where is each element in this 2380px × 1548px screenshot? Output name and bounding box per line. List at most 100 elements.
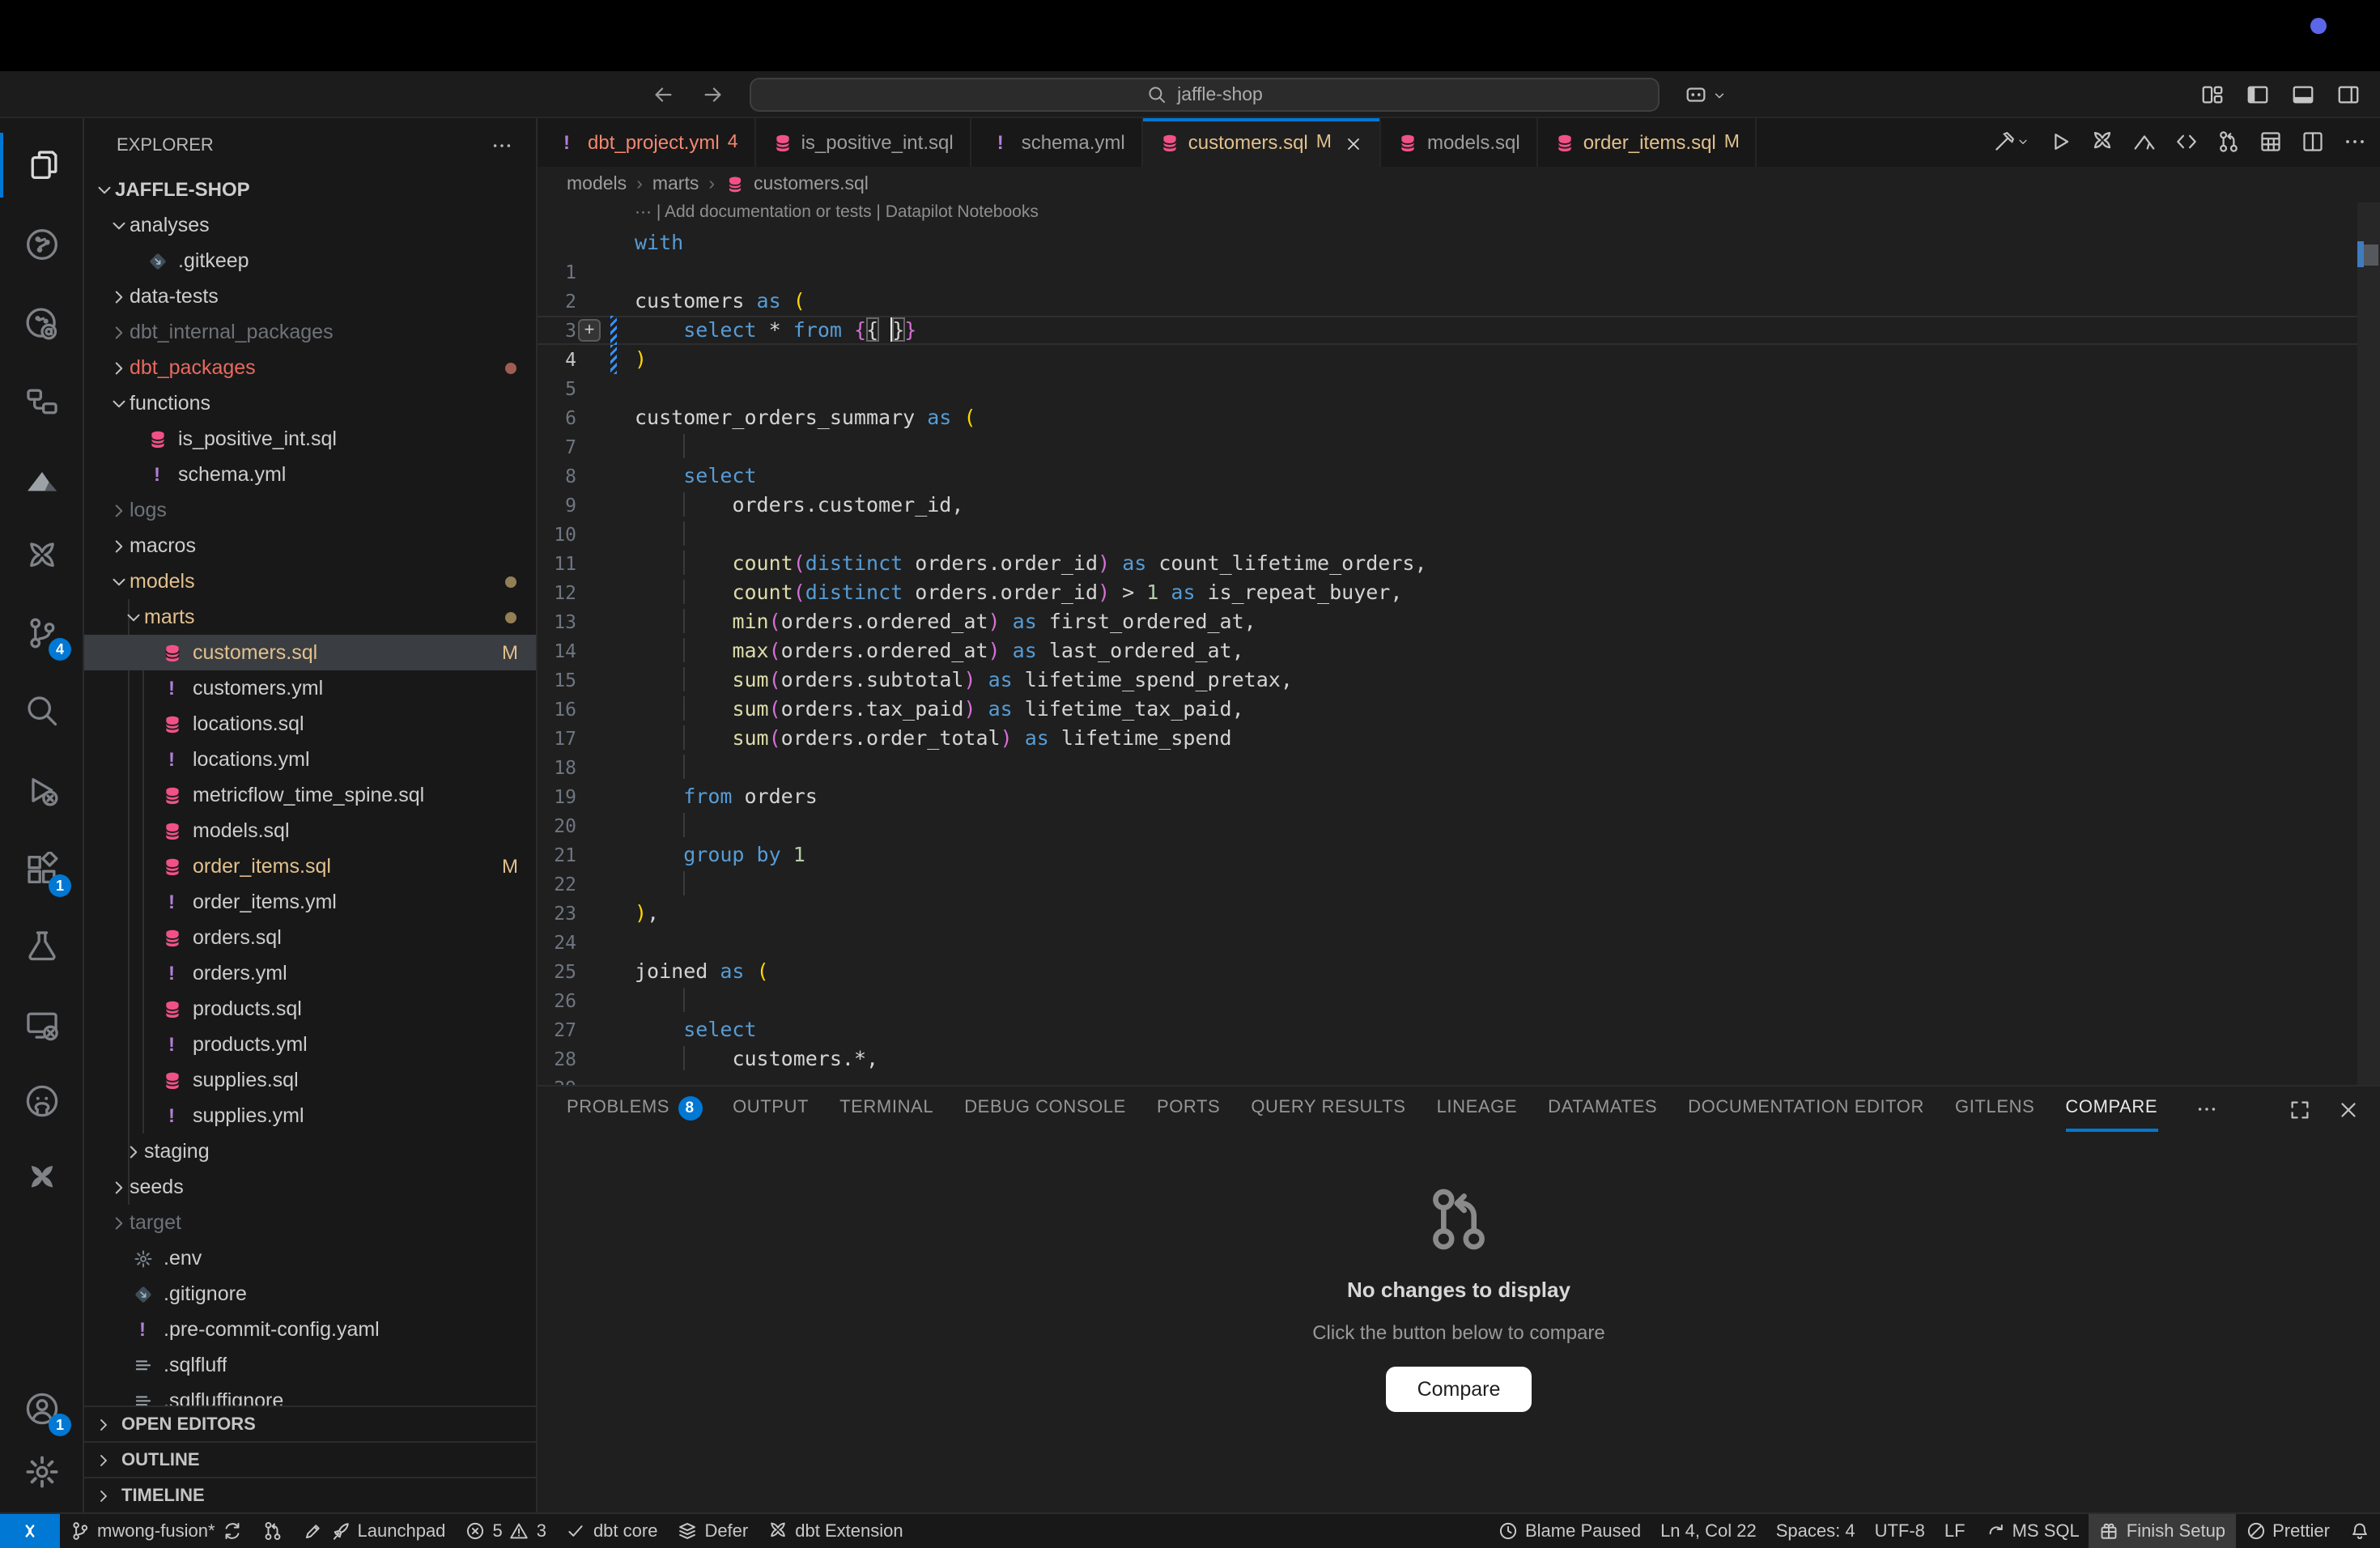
tree-item-schema-yml[interactable]: !schema.yml [84,457,536,492]
build-tasks-icon[interactable] [1991,128,2030,157]
status-blame-status[interactable]: Blame Paused [1488,1513,1651,1548]
tree-item-locations-yml[interactable]: !locations.yml [84,742,536,777]
code-line-23[interactable]: 23 [538,870,2380,899]
tree-item-analyses[interactable]: analyses [84,207,536,243]
tree-item-seeds[interactable]: seeds [84,1169,536,1205]
tree-item-products-yml[interactable]: !products.yml [84,1027,536,1062]
toggle-secondary-sidebar-icon[interactable] [2336,80,2361,109]
panel-tab-compare[interactable]: COMPARE [2065,1087,2157,1132]
activity-commit-graph[interactable] [0,291,83,356]
tree-item-orders-yml[interactable]: !orders.yml [84,955,536,991]
tree-item-dbt-internal-packages[interactable]: dbt_internal_packages [84,314,536,350]
activity-datafold[interactable] [0,449,83,513]
panel-tab-terminal[interactable]: TERMINAL [839,1087,933,1132]
status-encoding[interactable]: UTF-8 [1865,1513,1935,1548]
panel-tab-problems[interactable]: PROBLEMS 8 [567,1087,702,1132]
breadcrumb-item[interactable]: customers.sql [754,175,869,194]
tree-item-customers-sql[interactable]: customers.sql M [84,635,536,670]
code-line-15[interactable]: 15 max(orders.ordered_at) as last_ordere… [538,636,2380,666]
code-line-16[interactable]: 16 sum(orders.subtotal) as lifetime_spen… [538,666,2380,695]
status-defer[interactable]: Defer [667,1513,758,1548]
panel-tab-debug-console[interactable]: DEBUG CONSOLE [964,1087,1126,1132]
editor-tab-models-sql[interactable]: models.sql [1382,118,1538,167]
tree-item-jaffle-shop[interactable]: JAFFLE-SHOP [84,172,536,207]
close-panel-icon[interactable] [2336,1097,2361,1121]
code-line-21[interactable]: 21 [538,811,2380,840]
tree-item-staging[interactable]: staging [84,1133,536,1169]
tree-item--gitignore[interactable]: .gitignore [84,1276,536,1312]
customize-layout-icon[interactable] [2200,80,2225,109]
breadcrumb[interactable]: models›marts›customers.sql [538,167,2380,202]
code-line-11[interactable]: 11 [538,520,2380,549]
code-line-17[interactable]: 17 sum(orders.tax_paid) as lifetime_tax_… [538,695,2380,724]
code-line-22[interactable]: 22 group by 1 [538,840,2380,870]
tree-item-macros[interactable]: macros [84,528,536,563]
tree-item-supplies-yml[interactable]: !supplies.yml [84,1098,536,1133]
dbt-power-user-action-icon[interactable] [2090,128,2114,157]
panel-tab-ports[interactable]: PORTS [1157,1087,1220,1132]
tree-item--pre-commit-config-yaml[interactable]: !.pre-commit-config.yaml [84,1312,536,1347]
forward-button[interactable] [701,80,725,109]
panel-more-icon[interactable] [2195,1098,2217,1121]
activity-remote-explorer[interactable] [0,993,83,1057]
code-line-6[interactable]: 6 [538,374,2380,403]
status-language-mode[interactable]: MS SQL [1975,1513,2089,1548]
code-line-2[interactable]: 2 [538,257,2380,287]
tree-item--sqlfluff[interactable]: .sqlfluff [84,1347,536,1383]
code-line-26[interactable]: 26 joined as ( [538,957,2380,986]
tree-item-order-items-yml[interactable]: !order_items.yml [84,884,536,920]
code-line-3[interactable]: 3 customers as ( [538,287,2380,316]
tree-item-functions[interactable]: functions [84,385,536,421]
tree-item-logs[interactable]: logs [84,492,536,528]
editor-tab-order-items-sql[interactable]: order_items.sql M [1538,118,1757,167]
compiled-code-icon[interactable] [2174,128,2199,157]
status-dbt-core[interactable]: dbt core [556,1513,668,1548]
activity-source-control[interactable]: 4 [0,601,83,666]
code-editor[interactable]: ··· | Add documentation or tests | Datap… [538,202,2380,1085]
activity-github[interactable] [0,1069,83,1133]
tree-item-order-items-sql[interactable]: order_items.sql M [84,848,536,884]
code-line-14[interactable]: 14 min(orders.ordered_at) as first_order… [538,607,2380,636]
tree-item-models[interactable]: models [84,563,536,599]
activity-source-control-graph[interactable] [0,212,83,277]
panel-tab-output[interactable]: OUTPUT [733,1087,809,1132]
status-finish-setup[interactable]: Finish Setup [2089,1513,2235,1548]
tree-item-marts[interactable]: marts [84,599,536,635]
panel-tab-documentation-editor[interactable]: DOCUMENTATION EDITOR [1688,1087,1924,1132]
code-line-10[interactable]: 10 orders.customer_id, [538,491,2380,520]
tree-item-customers-yml[interactable]: !customers.yml [84,670,536,706]
tree-item-metricflow-time-spine-sql[interactable]: metricflow_time_spine.sql [84,777,536,813]
status-git-branch[interactable]: mwong-fusion* [60,1513,253,1548]
copilot-menu-button[interactable] [1684,71,1728,118]
code-line-24[interactable]: 24 ), [538,899,2380,928]
more-actions-icon[interactable] [2343,128,2367,157]
breadcrumb-item[interactable]: marts [652,175,699,194]
codelens-actions[interactable]: ··· | Add documentation or tests | Datap… [538,202,2380,228]
code-line-8[interactable]: 8 [538,432,2380,461]
compare-file-icon[interactable] [2216,128,2241,157]
editor-tab-dbt-project-yml[interactable]: ! dbt_project.yml 4 [538,118,756,167]
code-line-12[interactable]: 12 count(distinct orders.order_id) as co… [538,549,2380,578]
gutter-add-button[interactable]: + [578,319,601,342]
explorer-more-icon[interactable] [491,134,513,156]
tree-item-products-sql[interactable]: products.sql [84,991,536,1027]
maximize-panel-icon[interactable] [2288,1097,2312,1121]
tree-item--env[interactable]: .env [84,1240,536,1276]
activity-explorer[interactable] [0,133,83,198]
close-tab-icon[interactable] [1345,131,1364,154]
activity-accounts[interactable]: 1 [0,1376,83,1441]
query-results-icon[interactable] [2259,128,2283,157]
toggle-panel-icon[interactable] [2291,80,2315,109]
sidebar-section-timeline[interactable]: TIMELINE [84,1477,536,1512]
tree-item-supplies-sql[interactable]: supplies.sql [84,1062,536,1098]
code-line-7[interactable]: 7 customer_orders_summary as ( [538,403,2380,432]
code-line-20[interactable]: 20 from orders [538,782,2380,811]
activity-extensions[interactable]: 1 [0,837,83,902]
code-line-9[interactable]: 9 select [538,461,2380,491]
activity-testing[interactable] [0,913,83,978]
command-center-search[interactable]: jaffle-shop [750,78,1660,112]
editor-tab-schema-yml[interactable]: ! schema.yml [971,118,1143,167]
status-remote-indicator[interactable] [0,1513,60,1548]
status-prettier[interactable]: Prettier [2235,1513,2340,1548]
activity-dbt-lineage[interactable] [0,369,83,434]
